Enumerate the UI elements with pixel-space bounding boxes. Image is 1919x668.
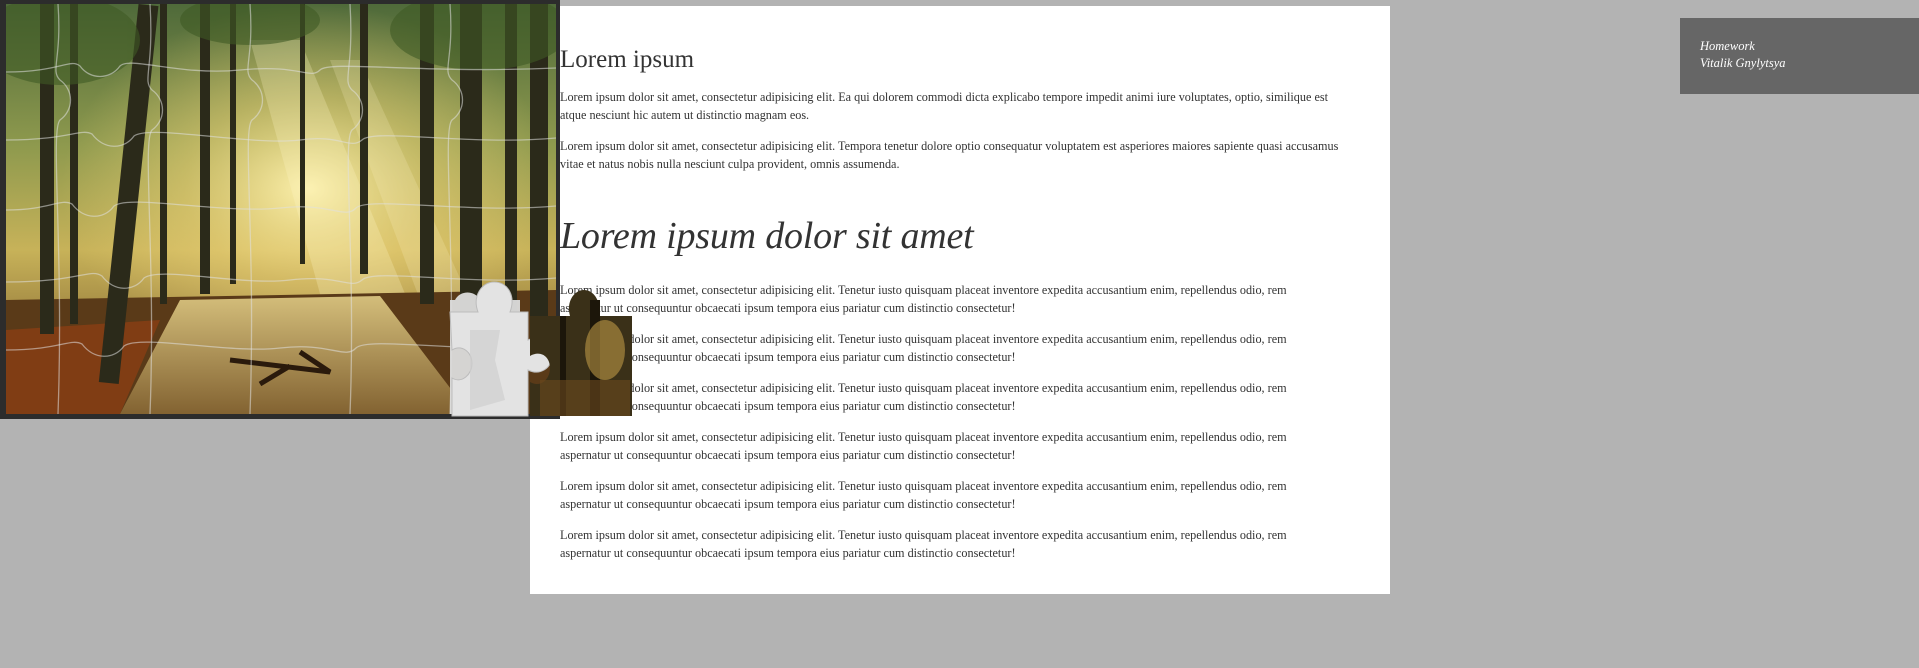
- badge-title: Homework: [1700, 39, 1755, 53]
- paragraph: Lorem ipsum dolor sit amet, consectetur …: [560, 381, 1287, 413]
- paragraph: Lorem ipsum dolor sit amet, consectetur …: [560, 528, 1287, 560]
- puzzle-board[interactable]: [0, 0, 632, 419]
- badge-author: Vitalik Gnylytsya: [1700, 56, 1786, 70]
- paragraph: Lorem ipsum dolor sit amet, consectetur …: [560, 479, 1287, 511]
- paragraph: Lorem ipsum dolor sit amet, consectetur …: [560, 283, 1287, 315]
- paragraph: Lorem ipsum dolor sit amet, consectetur …: [560, 332, 1287, 364]
- paragraph: Lorem ipsum dolor sit amet, consectetur …: [560, 139, 1339, 171]
- homework-badge: Homework Vitalik Gnylytsya: [1680, 18, 1919, 94]
- puzzle-canvas[interactable]: [0, 0, 640, 419]
- paragraph: Lorem ipsum dolor sit amet, consectetur …: [560, 430, 1287, 462]
- paragraph: Lorem ipsum dolor sit amet, consectetur …: [560, 90, 1328, 122]
